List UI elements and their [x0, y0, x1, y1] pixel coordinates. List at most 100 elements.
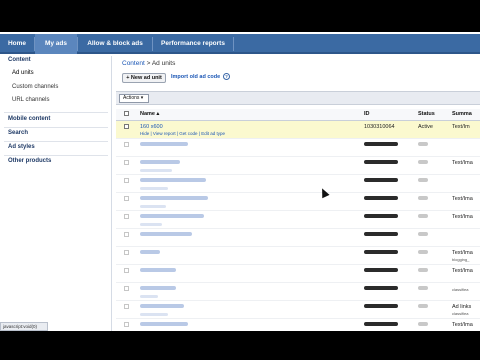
table-header-row: Name ▴ ID Status Summa	[116, 109, 480, 121]
letterbox-top	[0, 0, 480, 32]
breadcrumb-content-link[interactable]: Content	[122, 60, 145, 67]
summary-subtext: blogging_	[452, 256, 470, 262]
summary-text: Ad links	[452, 303, 472, 310]
ad-unit-id	[364, 213, 398, 218]
ad-unit-name-link[interactable]	[140, 159, 180, 164]
actions-bar: Actions ▾	[116, 91, 480, 105]
status-text	[418, 267, 428, 272]
sidebar-item-content[interactable]: Content	[8, 57, 31, 63]
main-panel: Content > Ad units + New ad unit Import …	[116, 56, 480, 337]
table-row[interactable]: Text/Ima	[116, 264, 480, 283]
help-icon[interactable]: ?	[223, 73, 230, 80]
sidebar-divider	[4, 155, 108, 156]
sidebar-item-mobile-content[interactable]: Mobile content	[8, 116, 50, 122]
tab-allow-block-ads[interactable]: Allow & block ads	[78, 34, 152, 54]
status-text	[418, 303, 428, 308]
column-header-name[interactable]: Name ▴	[140, 109, 364, 121]
sidebar-item-url-channels[interactable]: URL channels	[12, 97, 49, 103]
ad-unit-name-link[interactable]	[140, 177, 206, 182]
row-action-links[interactable]	[140, 186, 168, 190]
sidebar-item-ad-units[interactable]: Ad units	[12, 70, 34, 76]
ad-unit-id	[364, 321, 398, 326]
table-row[interactable]: Ad links classifiea	[116, 300, 480, 319]
row-checkbox[interactable]	[124, 249, 129, 255]
actions-dropdown[interactable]: Actions ▾	[119, 94, 149, 103]
column-header-summary[interactable]: Summa	[452, 109, 480, 121]
status-text	[418, 285, 428, 290]
ad-unit-id: 1030310064	[364, 120, 418, 139]
ad-unit-name-link[interactable]	[140, 141, 188, 146]
tab-divider	[233, 37, 234, 51]
ad-unit-name-link[interactable]	[140, 195, 208, 200]
ad-unit-name-link[interactable]	[140, 321, 188, 326]
row-action-links[interactable]	[140, 222, 162, 226]
sidebar-item-search[interactable]: Search	[8, 130, 28, 136]
ad-unit-id	[364, 195, 398, 200]
table-row[interactable]	[116, 174, 480, 193]
status-text	[418, 177, 428, 182]
row-checkbox[interactable]	[124, 195, 129, 201]
sidebar-item-custom-channels[interactable]: Custom channels	[12, 84, 58, 90]
table-row[interactable]: Text/Ima blogging_	[116, 246, 480, 265]
browser-status-bar: javascript:void(0)	[0, 322, 48, 331]
import-old-ad-code-link[interactable]: Import old ad code	[171, 74, 220, 80]
status-text	[418, 213, 428, 218]
table-row[interactable]	[116, 138, 480, 157]
row-checkbox[interactable]	[124, 303, 129, 309]
ad-unit-id	[364, 177, 398, 182]
ad-unit-name-link[interactable]	[140, 267, 176, 272]
select-all-checkbox[interactable]	[124, 110, 129, 116]
summary-text: Text/Ima	[452, 249, 473, 256]
row-action-links[interactable]	[140, 204, 166, 208]
breadcrumb: Content > Ad units	[122, 60, 175, 67]
top-nav: Home My ads Allow & block ads Performanc…	[0, 34, 480, 54]
table-row[interactable]	[116, 228, 480, 247]
table-row[interactable]: classifiea	[116, 282, 480, 301]
ad-unit-id	[364, 249, 398, 254]
breadcrumb-current: Ad units	[151, 60, 176, 67]
column-header-status[interactable]: Status	[418, 109, 452, 121]
ad-unit-id	[364, 303, 398, 308]
status-text	[418, 141, 428, 146]
row-action-links[interactable]	[140, 294, 158, 298]
summary-text: Text/Im	[452, 120, 480, 139]
ad-unit-name-link[interactable]	[140, 231, 192, 236]
ad-unit-id	[364, 285, 398, 290]
table-row[interactable]: Text/Ima	[116, 156, 480, 175]
row-checkbox[interactable]	[124, 213, 129, 219]
ad-unit-name-link[interactable]	[140, 303, 184, 308]
status-text	[418, 321, 428, 326]
row-checkbox[interactable]	[124, 141, 129, 147]
ad-unit-name-link[interactable]	[140, 213, 204, 218]
summary-subtext: classifiea	[452, 310, 469, 316]
tab-performance-reports[interactable]: Performance reports	[153, 34, 233, 54]
letterbox-bottom	[0, 331, 480, 360]
new-ad-unit-button[interactable]: + New ad unit	[122, 73, 166, 83]
table-row[interactable]: 160 x600 Hide | View report | Get code |…	[116, 120, 480, 139]
row-checkbox[interactable]	[124, 285, 129, 291]
row-checkbox[interactable]	[124, 177, 129, 183]
ad-unit-name-link[interactable]: 160 x600	[140, 124, 163, 130]
row-checkbox[interactable]	[124, 231, 129, 237]
row-checkbox[interactable]	[124, 321, 129, 327]
summary-subtext: classifiea	[452, 286, 469, 292]
table-row[interactable]: Text/Ima	[116, 192, 480, 211]
tab-home[interactable]: Home	[0, 34, 34, 54]
sidebar-item-ad-styles[interactable]: Ad styles	[8, 144, 35, 150]
ad-units-table: Name ▴ ID Status Summa 160 x600 Hide | V…	[116, 109, 480, 337]
row-action-links[interactable]: Hide | View report | Get code | Edit ad …	[140, 131, 364, 136]
ad-unit-id	[364, 159, 398, 164]
row-checkbox[interactable]	[124, 267, 129, 273]
row-action-links[interactable]	[140, 312, 168, 316]
ad-unit-name-link[interactable]	[140, 249, 160, 254]
column-header-id[interactable]: ID	[364, 109, 418, 121]
ad-unit-name-link[interactable]	[140, 285, 176, 290]
row-checkbox[interactable]	[124, 159, 129, 165]
row-action-links[interactable]	[140, 168, 172, 172]
summary-text: Text/Ima	[452, 213, 473, 220]
sidebar: Content Ad units Custom channels URL cha…	[0, 56, 112, 331]
row-checkbox[interactable]	[124, 123, 129, 129]
sidebar-item-other-products[interactable]: Other products	[8, 158, 51, 164]
table-row[interactable]: Text/Ima	[116, 210, 480, 229]
tab-my-ads[interactable]: My ads	[35, 34, 77, 54]
